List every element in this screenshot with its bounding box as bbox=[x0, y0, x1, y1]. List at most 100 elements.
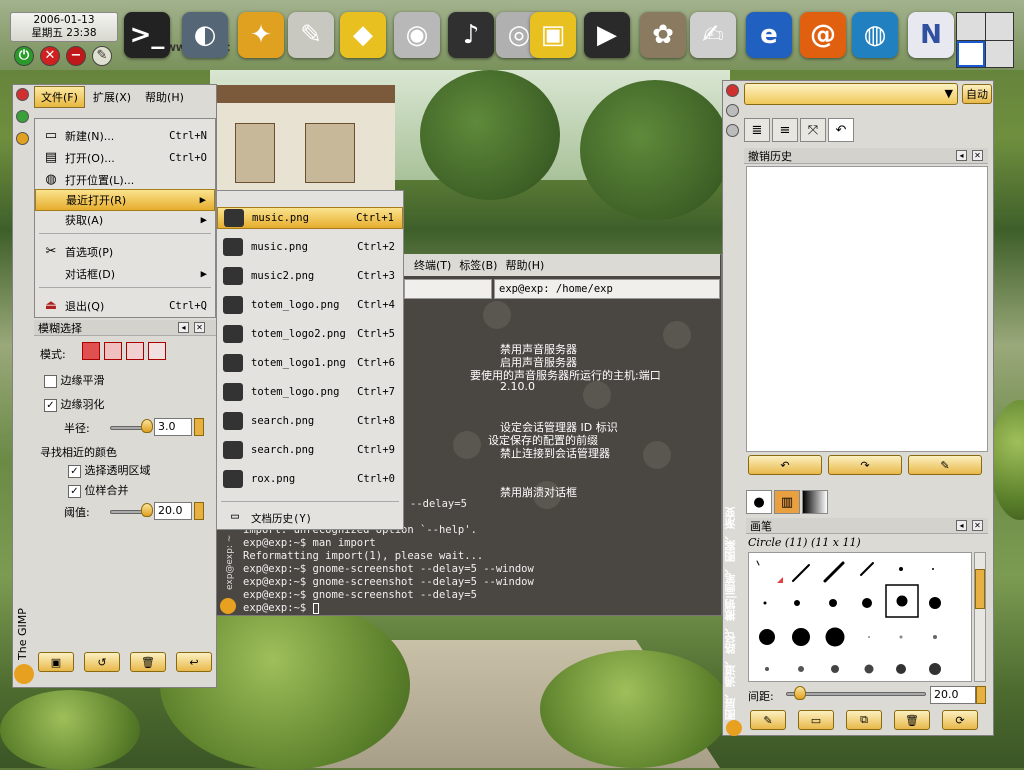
spacing-spinner[interactable] bbox=[976, 686, 986, 704]
spacing-slider[interactable] bbox=[786, 692, 926, 696]
undo-icon[interactable]: ↶ bbox=[748, 455, 822, 475]
browser-e-icon[interactable]: e bbox=[746, 12, 792, 58]
terminal-menu-terminal[interactable]: 终端(T) bbox=[414, 257, 451, 273]
layers-tab-icon[interactable]: ≣ bbox=[744, 118, 770, 142]
mode-subtract-icon[interactable] bbox=[126, 342, 144, 360]
menu-item-preferences[interactable]: ✂ 首选项(P) bbox=[35, 241, 215, 263]
antialias-option[interactable]: 边缘平滑 bbox=[44, 372, 105, 388]
pack-icon[interactable]: ▣ bbox=[530, 12, 576, 58]
undo-tab-icon[interactable]: ↶ bbox=[828, 118, 854, 142]
recent-item[interactable]: totem_logo.png Ctrl+4 bbox=[217, 294, 403, 316]
select-transparent-checkbox[interactable]: ✓ bbox=[68, 464, 81, 478]
panel-menu-arrow-icon[interactable]: ◂ bbox=[956, 150, 967, 161]
dock-maximize-icon[interactable] bbox=[726, 104, 739, 117]
channels-tab-icon[interactable]: ≡ bbox=[772, 118, 798, 142]
dock-minimize-icon[interactable] bbox=[726, 124, 739, 137]
globe-icon[interactable]: ◍ bbox=[852, 12, 898, 58]
recent-item[interactable]: music2.png Ctrl+3 bbox=[217, 265, 403, 287]
recent-item[interactable]: totem_logo1.png Ctrl+6 bbox=[217, 352, 403, 374]
workspace-2[interactable] bbox=[985, 13, 1013, 40]
delete-options-icon[interactable]: 🗑 bbox=[130, 652, 166, 672]
terminal-menu-tabs[interactable]: 标签(B) bbox=[459, 257, 497, 273]
spacing-input[interactable]: 20.0 bbox=[930, 686, 976, 704]
menu-item-doc-history[interactable]: ▭ 文档历史(Y) bbox=[217, 507, 403, 529]
minus-icon[interactable]: − bbox=[66, 46, 86, 66]
panel-clock[interactable]: 2006-01-13 星期五 23:38 bbox=[10, 12, 118, 42]
new-brush-icon[interactable]: ▭ bbox=[798, 710, 834, 730]
clear-history-icon[interactable]: ✎ bbox=[908, 455, 982, 475]
window-close-icon[interactable] bbox=[16, 88, 29, 101]
restore-options-icon[interactable]: ↺ bbox=[84, 652, 120, 672]
menu-item-recent[interactable]: 最近打开(R) ▶ bbox=[35, 189, 215, 211]
menu-item-open[interactable]: ▤ 打开(O)... Ctrl+O bbox=[35, 147, 215, 169]
scrollbar-thumb[interactable] bbox=[975, 569, 985, 609]
recent-item[interactable]: search.png Ctrl+8 bbox=[217, 410, 403, 432]
refresh-brushes-icon[interactable]: ⟳ bbox=[942, 710, 978, 730]
menu-help[interactable]: 帮助(H) bbox=[139, 87, 190, 107]
pencil-icon[interactable]: ✎ bbox=[92, 46, 112, 66]
threshold-slider-knob[interactable] bbox=[141, 503, 154, 517]
gnome-foot-icon[interactable]: ✦ bbox=[238, 12, 284, 58]
sample-merged-checkbox[interactable]: ✓ bbox=[68, 484, 81, 498]
save-options-icon[interactable]: ▣ bbox=[38, 652, 74, 672]
gradient-tab-icon[interactable] bbox=[802, 490, 828, 514]
delete-brush-icon[interactable]: 🗑 bbox=[894, 710, 930, 730]
antialias-checkbox[interactable] bbox=[44, 374, 57, 388]
dock-close-icon[interactable] bbox=[726, 84, 739, 97]
threshold-spinner[interactable] bbox=[194, 502, 204, 520]
workspace-1[interactable] bbox=[957, 13, 985, 40]
menu-item-quit[interactable]: ⏏ 退出(Q) Ctrl+Q bbox=[35, 295, 215, 317]
paths-tab-icon[interactable]: ⤧ bbox=[800, 118, 826, 142]
panel-close-icon[interactable]: ✕ bbox=[972, 150, 983, 161]
text-editor-icon[interactable]: ✎ bbox=[288, 12, 334, 58]
mode-add-icon[interactable] bbox=[104, 342, 122, 360]
workspace-pager[interactable] bbox=[956, 12, 1014, 68]
workspace-3[interactable] bbox=[957, 40, 985, 67]
pen-icon[interactable]: ✍ bbox=[690, 12, 736, 58]
swirl-icon[interactable]: @ bbox=[800, 12, 846, 58]
recent-item[interactable]: music.png Ctrl+1 bbox=[217, 207, 403, 229]
select-transparent-option[interactable]: ✓ 选择透明区域 bbox=[68, 462, 151, 478]
workspace-4[interactable] bbox=[985, 40, 1013, 67]
terminal-icon[interactable]: >_ bbox=[124, 12, 170, 58]
reset-options-icon[interactable]: ↩ bbox=[176, 652, 212, 672]
recent-item[interactable]: rox.png Ctrl+0 bbox=[217, 468, 403, 490]
brush-tab-icon[interactable]: ● bbox=[746, 490, 772, 514]
menu-item-open-location[interactable]: ◍ 打开位置(L)... bbox=[35, 169, 215, 191]
menu-item-dialogs[interactable]: 对话框(D) ▶ bbox=[35, 263, 215, 285]
undo-history-list[interactable] bbox=[746, 166, 988, 452]
menu-xtns[interactable]: 扩展(X) bbox=[87, 87, 137, 107]
terminal-tab-blank[interactable] bbox=[404, 279, 492, 299]
gaim-icon[interactable]: ◐ bbox=[182, 12, 228, 58]
threshold-input[interactable]: 20.0 bbox=[154, 502, 192, 520]
feather-checkbox[interactable]: ✓ bbox=[44, 398, 57, 412]
radius-slider-knob[interactable] bbox=[141, 419, 154, 433]
network-icon[interactable]: N bbox=[908, 12, 954, 58]
terminal-prompt[interactable]: exp@exp:~$ bbox=[243, 602, 319, 614]
spacing-slider-knob[interactable] bbox=[794, 686, 806, 700]
music-player-icon[interactable]: ♪ bbox=[448, 12, 494, 58]
brush-grid-scrollbar[interactable] bbox=[974, 552, 986, 682]
camera-icon[interactable]: ◉ bbox=[394, 12, 440, 58]
video-icon[interactable]: ▶ bbox=[584, 12, 630, 58]
redo-icon[interactable]: ↷ bbox=[828, 455, 902, 475]
auto-button[interactable]: 自动 bbox=[962, 84, 992, 104]
menu-item-acquire[interactable]: 获取(A) ▶ bbox=[35, 209, 215, 231]
window-minimize-icon[interactable] bbox=[16, 132, 29, 145]
gimp-icon[interactable]: ✿ bbox=[640, 12, 686, 58]
menu-file[interactable]: 文件(F) bbox=[34, 86, 85, 108]
car-icon[interactable]: ◆ bbox=[340, 12, 386, 58]
mode-replace-icon[interactable] bbox=[82, 342, 100, 360]
recent-item[interactable]: music.png Ctrl+2 bbox=[217, 236, 403, 258]
close-x-icon[interactable]: ✕ bbox=[40, 46, 60, 66]
terminal-menu-help[interactable]: 帮助(H) bbox=[505, 257, 544, 273]
window-maximize-icon[interactable] bbox=[16, 110, 29, 123]
panel-menu-arrow-icon[interactable]: ◂ bbox=[178, 322, 189, 333]
panel-close-icon[interactable]: ✕ bbox=[194, 322, 205, 333]
pattern-tab-icon[interactable]: ▥ bbox=[774, 490, 800, 514]
recent-item[interactable]: totem_logo2.png Ctrl+5 bbox=[217, 323, 403, 345]
radius-spinner[interactable] bbox=[194, 418, 204, 436]
panel-menu-arrow-icon[interactable]: ◂ bbox=[956, 520, 967, 531]
power-icon[interactable]: ⏻ bbox=[14, 46, 34, 66]
edit-brush-icon[interactable]: ✎ bbox=[750, 710, 786, 730]
